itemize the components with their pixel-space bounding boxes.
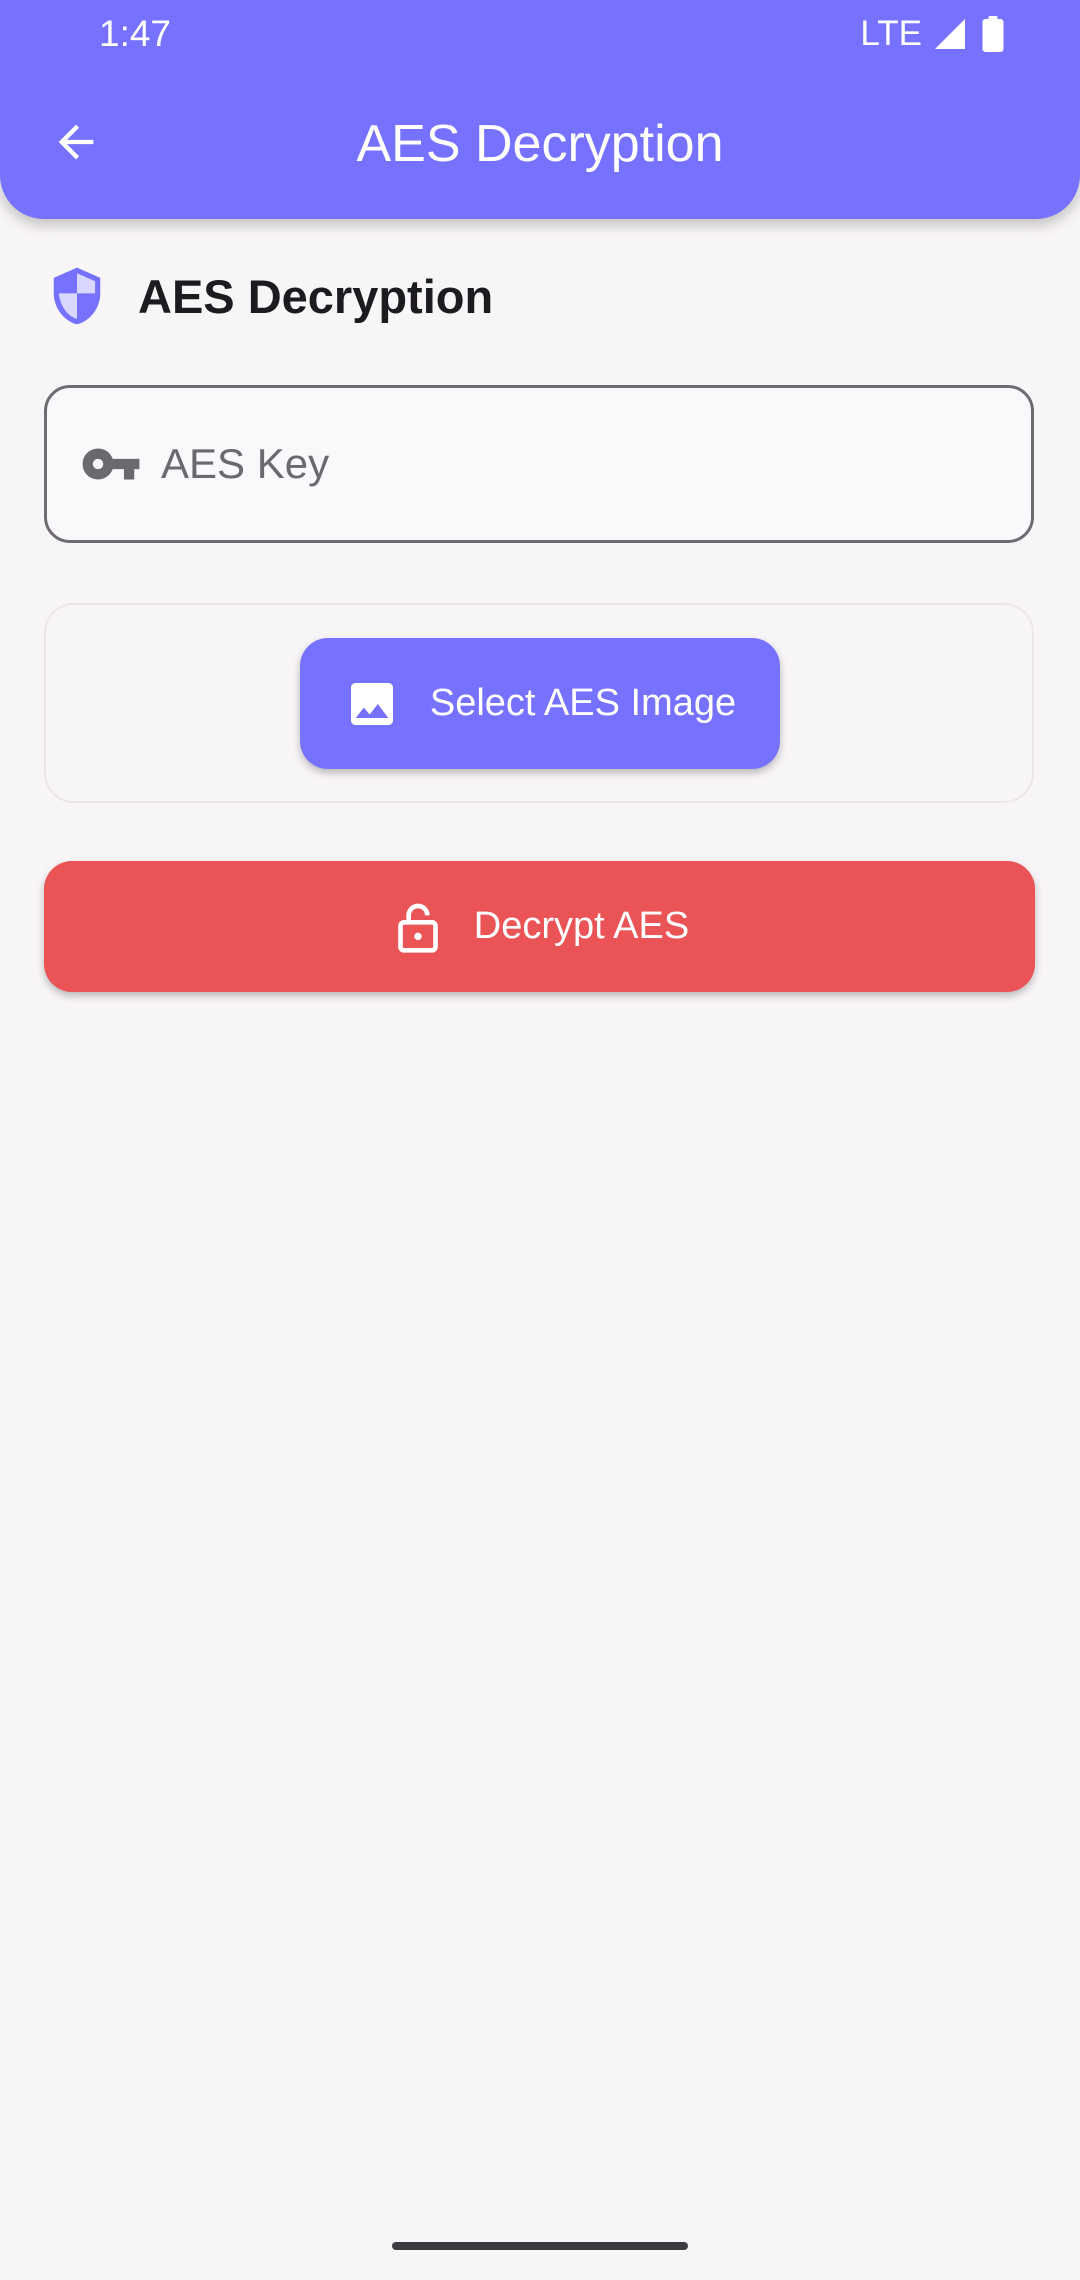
app-bar-title: AES Decryption xyxy=(356,115,724,173)
network-type: LTE xyxy=(860,14,922,53)
status-time: 1:47 xyxy=(99,13,172,54)
battery-icon xyxy=(982,16,1004,52)
decrypt-button[interactable]: Decrypt AES xyxy=(44,861,1035,992)
shield-icon xyxy=(53,267,101,325)
status-icons: LTE xyxy=(860,12,1004,56)
select-image-button[interactable]: Select AES Image xyxy=(300,638,780,769)
section-title: AES Decryption xyxy=(138,269,494,323)
section-header: AES Decryption xyxy=(46,264,493,328)
key-icon xyxy=(79,432,143,496)
select-image-label: Select AES Image xyxy=(429,682,737,724)
aes-key-field[interactable] xyxy=(44,385,1034,543)
decrypt-label: Decrypt AES xyxy=(473,905,690,947)
signal-icon xyxy=(935,19,965,49)
image-icon xyxy=(350,682,393,725)
home-indicator[interactable] xyxy=(392,2242,688,2250)
app-bar: 1:47 LTE AES Decryption xyxy=(0,0,1080,219)
unlock-icon xyxy=(397,903,438,953)
aes-key-input[interactable] xyxy=(159,428,1031,500)
